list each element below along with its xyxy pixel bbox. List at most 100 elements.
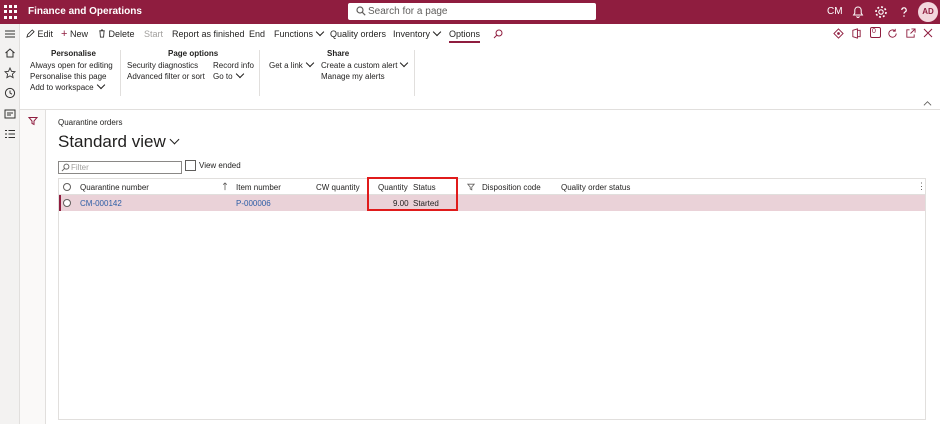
ribbon-separator	[259, 50, 260, 96]
filter-placeholder: Filter	[71, 163, 89, 172]
avatar[interactable]: AD	[918, 2, 938, 22]
power-apps-icon[interactable]	[833, 28, 844, 39]
ribbon-separator	[120, 50, 121, 96]
close-icon[interactable]	[923, 28, 933, 38]
create-custom-alert-label: Create a custom alert	[321, 61, 398, 70]
item-number-link[interactable]: P-000006	[236, 199, 271, 208]
tab-options[interactable]: Options	[449, 29, 481, 43]
get-a-link-label: Get a link	[269, 61, 303, 70]
attachments-count: 0	[872, 28, 876, 35]
col-header-item-number[interactable]: Item number	[236, 183, 281, 192]
inventory-menu[interactable]: Inventory	[393, 27, 442, 39]
annotation-highlight-box	[367, 177, 458, 211]
functions-label: Functions	[274, 29, 314, 39]
filter-icon[interactable]	[28, 116, 38, 126]
get-a-link-menu[interactable]: Get a link	[269, 58, 315, 70]
home-icon[interactable]	[4, 47, 16, 59]
work-area: Quarantine orders Standard view Filter V…	[46, 110, 940, 424]
attachments-icon[interactable]: 0	[870, 27, 881, 38]
chevron-down-icon	[432, 27, 442, 37]
collapse-ribbon-icon[interactable]	[923, 100, 932, 107]
star-icon[interactable]	[4, 67, 16, 79]
chevron-down-icon	[235, 69, 244, 79]
ribbon-separator	[414, 50, 415, 96]
open-new-window-icon[interactable]	[905, 28, 916, 39]
office-icon[interactable]	[851, 28, 862, 39]
app-launcher-icon[interactable]	[4, 5, 18, 19]
add-to-workspace-menu[interactable]: Add to workspace	[30, 80, 105, 92]
app-title: Finance and Operations	[28, 6, 142, 17]
col-header-cw-quantity[interactable]: CW quantity	[316, 183, 360, 192]
left-nav	[0, 24, 20, 424]
quarantine-orders-grid: Quarantine number Item number CW quantit…	[58, 178, 926, 420]
help-icon[interactable]	[896, 4, 912, 20]
column-filter-icon[interactable]	[467, 183, 475, 191]
delete-button[interactable]: Delete	[98, 29, 135, 39]
company-picker[interactable]: CM	[827, 6, 843, 17]
col-header-quality-order-status[interactable]: Quality order status	[561, 183, 630, 192]
breadcrumb: Quarantine orders	[58, 118, 123, 127]
action-bar: Edit + New Delete Start Report as finish…	[20, 24, 940, 44]
chevron-down-icon	[400, 58, 409, 68]
content-area: Quarantine orders Standard view Filter V…	[20, 110, 940, 424]
delete-label: Delete	[108, 29, 135, 39]
quality-orders-button[interactable]: Quality orders	[330, 29, 386, 39]
col-header-quarantine-number[interactable]: Quarantine number	[80, 183, 149, 192]
filter-pane-strip	[20, 110, 46, 424]
gear-icon[interactable]	[873, 4, 889, 20]
personalise-this-page[interactable]: Personalise this page	[30, 72, 107, 81]
pencil-icon	[26, 29, 35, 38]
more-columns-icon[interactable]: ⋮	[917, 181, 926, 192]
inventory-label: Inventory	[393, 29, 431, 39]
functions-menu[interactable]: Functions	[274, 27, 325, 39]
chevron-down-icon	[169, 134, 180, 145]
chevron-down-icon	[315, 27, 325, 37]
security-diagnostics[interactable]: Security diagnostics	[127, 61, 198, 70]
end-button[interactable]: End	[249, 29, 265, 39]
filter-input[interactable]: Filter	[58, 161, 182, 174]
chevron-down-icon	[96, 80, 105, 90]
row-select-radio[interactable]	[63, 199, 71, 207]
select-all-radio[interactable]	[63, 183, 71, 191]
view-ended-label: View ended	[199, 161, 241, 170]
sort-ascending-icon	[222, 182, 228, 191]
chevron-down-icon	[305, 58, 315, 68]
modules-list-icon[interactable]	[4, 128, 16, 140]
edit-button[interactable]: Edit	[26, 29, 53, 39]
edit-label: Edit	[37, 29, 54, 39]
recent-clock-icon[interactable]	[4, 87, 16, 99]
report-as-finished-button[interactable]: Report as finished	[172, 29, 245, 39]
search-icon	[356, 6, 366, 16]
new-button[interactable]: + New	[61, 28, 88, 40]
view-selector[interactable]: Standard view	[58, 132, 180, 152]
hamburger-icon[interactable]	[4, 28, 16, 40]
trash-icon	[99, 29, 105, 38]
personalise-group-title: Personalise	[51, 49, 96, 58]
search-actions-icon[interactable]	[493, 29, 503, 39]
start-button[interactable]: Start	[144, 29, 163, 39]
plus-icon: +	[61, 28, 68, 40]
manage-my-alerts[interactable]: Manage my alerts	[321, 72, 385, 81]
page-options-group-title: Page options	[168, 49, 219, 58]
search-icon	[61, 163, 70, 172]
checkbox-box[interactable]	[185, 160, 196, 171]
always-open-for-editing[interactable]: Always open for editing	[30, 61, 113, 70]
record-info[interactable]: Record info	[213, 61, 254, 70]
col-header-disposition-code[interactable]: Disposition code	[482, 183, 541, 192]
create-custom-alert-menu[interactable]: Create a custom alert	[321, 58, 409, 70]
options-ribbon: Personalise Always open for editing Pers…	[20, 44, 940, 110]
workspaces-icon[interactable]	[4, 108, 16, 120]
bell-icon[interactable]	[850, 4, 866, 20]
search-box[interactable]: Search for a page	[348, 3, 596, 20]
search-placeholder: Search for a page	[368, 6, 448, 17]
new-label: New	[69, 29, 88, 39]
refresh-icon[interactable]	[887, 28, 898, 39]
table-row[interactable]: CM-000142 P-000006 9.00 Started	[59, 195, 925, 211]
grid-header: Quarantine number Item number CW quantit…	[59, 179, 926, 195]
go-to-label: Go to	[213, 72, 233, 81]
quarantine-number-link[interactable]: CM-000142	[80, 199, 122, 208]
advanced-filter-or-sort[interactable]: Advanced filter or sort	[127, 72, 205, 81]
go-to-menu[interactable]: Go to	[213, 69, 244, 81]
add-to-workspace-label: Add to workspace	[30, 83, 94, 92]
page-title: Standard view	[58, 132, 166, 151]
